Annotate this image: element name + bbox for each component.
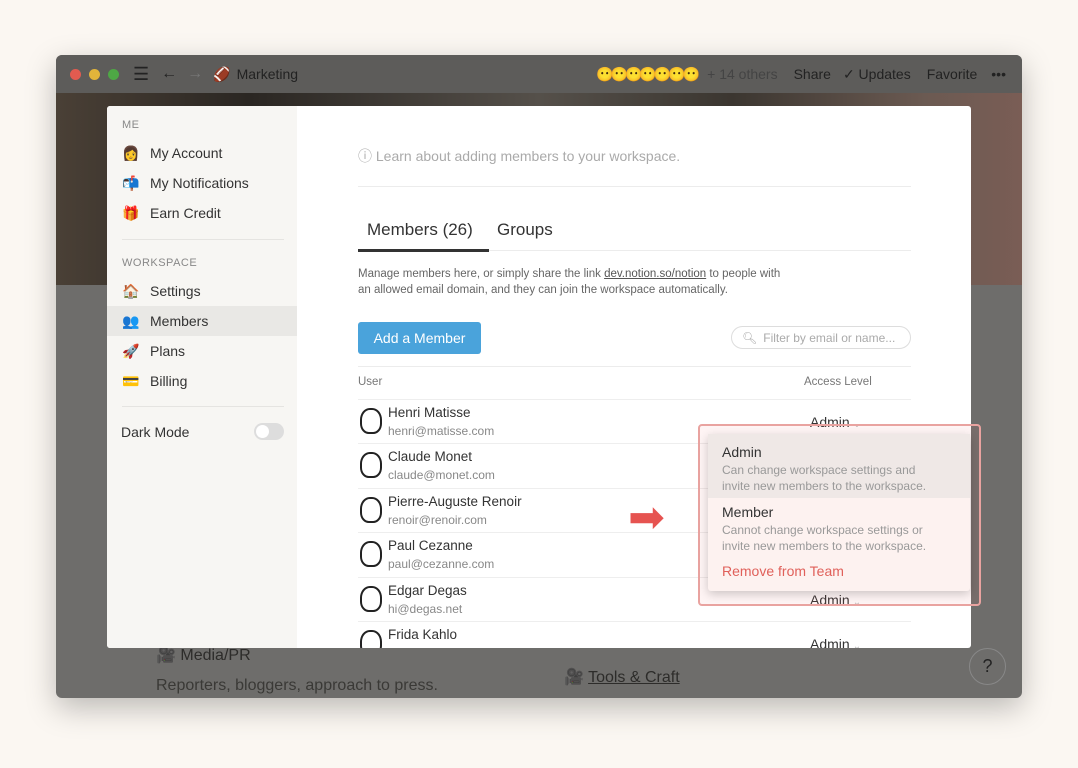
avatar (360, 541, 382, 568)
sidebar-item-my-account[interactable]: 👩 My Account (107, 138, 297, 168)
maximize-button[interactable] (108, 68, 119, 80)
mailbox-icon: 📬 (122, 174, 140, 191)
settings-sidebar: ME 👩 My Account 📬 My Notifications 🎁 Earn C… (107, 106, 297, 648)
chevron-down-icon: ⌄ (852, 641, 862, 648)
column-header-user: User (358, 376, 383, 388)
search-icon: 🔍︎ (742, 330, 758, 345)
sidebar-item-members[interactable]: 👥 Members (107, 306, 297, 336)
collaborator-avatars[interactable]: 😶😶😶😶😶😶😶 (596, 66, 700, 83)
sidebar-item-label: Members (150, 313, 209, 329)
favorite-button[interactable]: Favorite (927, 66, 978, 82)
workspace-header: WORKSPACE (122, 257, 198, 269)
add-member-button[interactable]: Add a Member (358, 322, 481, 354)
option-admin[interactable]: Admin Can change workspace settings and i… (708, 434, 970, 498)
remove-from-team[interactable]: Remove from Team (708, 563, 970, 579)
media-pr-label: Media/PR (180, 647, 251, 664)
member-email: claude@monet.com (388, 468, 495, 483)
active-tab-indicator (358, 249, 489, 252)
menu-icon[interactable]: ☰ (133, 64, 149, 85)
sidebar-item-label: Plans (150, 343, 186, 359)
help-text: Learn about adding members to your works… (375, 148, 681, 164)
option-title: Admin (722, 444, 762, 460)
people-icon: 👥 (122, 312, 140, 329)
credit-card-icon: 💳 (122, 372, 140, 389)
option-desc: Cannot change workspace settings or invit… (722, 523, 927, 553)
others-count[interactable]: + 14 others (707, 66, 777, 82)
gift-icon: 🎁 (122, 204, 140, 221)
tools-craft-label: Tools & Craft (588, 669, 680, 686)
sidebar-item-label: My Account (150, 145, 223, 161)
option-title: Member (722, 504, 774, 520)
house-icon: 🏠 (122, 282, 140, 299)
sidebar-item-label: Billing (150, 373, 188, 389)
avatar (360, 496, 382, 523)
page-icon: 🏈 (213, 65, 231, 82)
option-desc: Can change workspace settings and invite … (722, 463, 927, 493)
tools-craft-link[interactable]: 🎥 Tools & Craft (564, 667, 680, 687)
avatar (360, 630, 382, 648)
member-name: Edgar Degas (388, 582, 467, 598)
filter-input[interactable]: 🔍︎ Filter by email or name... (731, 326, 911, 349)
close-button[interactable] (70, 68, 81, 80)
sidebar-item-settings[interactable]: 🏠 Settings (107, 276, 297, 306)
member-name: Henri Matisse (388, 405, 471, 420)
more-icon[interactable]: ••• (991, 66, 1006, 82)
member-email: hi@degas.net (388, 601, 463, 616)
divider (358, 366, 911, 367)
share-link[interactable]: dev.notion.so/notion (604, 268, 706, 280)
sidebar-item-label: My Notifications (150, 175, 249, 191)
divider (122, 239, 284, 240)
avatar (360, 408, 382, 434)
avatar (360, 452, 382, 479)
access-level-dropdown: Admin Can change workspace settings and i… (708, 434, 970, 591)
question-circle-icon: ⓘ (358, 148, 372, 164)
access-level-select[interactable]: Admin⌄ (810, 636, 861, 648)
tab-members[interactable]: Members (26) (367, 220, 473, 240)
divider (122, 406, 284, 407)
column-header-access: Access Level (804, 376, 872, 388)
updates-button[interactable]: ✓ Updates (843, 66, 911, 83)
sidebar-item-my-notifications[interactable]: 📬 My Notifications (107, 168, 297, 198)
page-title[interactable]: Marketing (237, 66, 298, 82)
media-pr-link[interactable]: 🎥 Media/PR (156, 645, 251, 665)
member-name: Frida Kahlo (388, 627, 458, 642)
avatar (360, 585, 382, 612)
minimize-button[interactable] (89, 68, 100, 80)
rocket-icon: 🚀 (122, 342, 140, 359)
sidebar-item-label: Earn Credit (150, 205, 221, 221)
sidebar-item-plans[interactable]: 🚀 Plans (107, 336, 297, 366)
me-header: ME (122, 119, 140, 131)
members-description: Manage members here, or simply share the… (358, 268, 781, 296)
dark-mode-toggle[interactable] (254, 423, 284, 440)
member-name: Pierre-Auguste Renoir (388, 493, 522, 509)
member-email: henri@matisse.com (388, 424, 495, 438)
member-email: renoir@renoir.com (388, 512, 487, 527)
divider (358, 186, 911, 187)
member-name: Paul Cezanne (388, 538, 473, 554)
back-arrow-icon[interactable]: ← (161, 65, 177, 83)
titlebar: ☰ ← → 🏈 Marketing 😶😶😶😶😶😶😶 + 14 others Sh… (56, 55, 1022, 93)
arrow-right-icon: ➡ (628, 493, 665, 542)
member-row: Frida Kahlo Admin ⌄ (358, 621, 911, 648)
media-pr-desc: Reporters, bloggers, approach to press. (156, 677, 438, 694)
sidebar-item-earn-credit[interactable]: 🎁 Earn Credit (107, 198, 297, 228)
sidebar-item-label: Settings (150, 283, 201, 299)
help-link[interactable]: ⓘ Learn about adding members to your wor… (358, 146, 680, 166)
tab-groups[interactable]: Groups (497, 220, 553, 240)
help-button[interactable]: ? (969, 648, 1006, 685)
option-member[interactable]: Member Cannot change workspace settings … (708, 498, 970, 554)
forward-arrow-icon[interactable]: → (187, 65, 203, 83)
member-name: Claude Monet (388, 449, 473, 465)
share-button[interactable]: Share (794, 66, 831, 82)
avatar-icon: 👩 (122, 144, 140, 161)
member-email: paul@cezanne.com (388, 557, 495, 572)
sidebar-item-billing[interactable]: 💳 Billing (107, 366, 297, 396)
